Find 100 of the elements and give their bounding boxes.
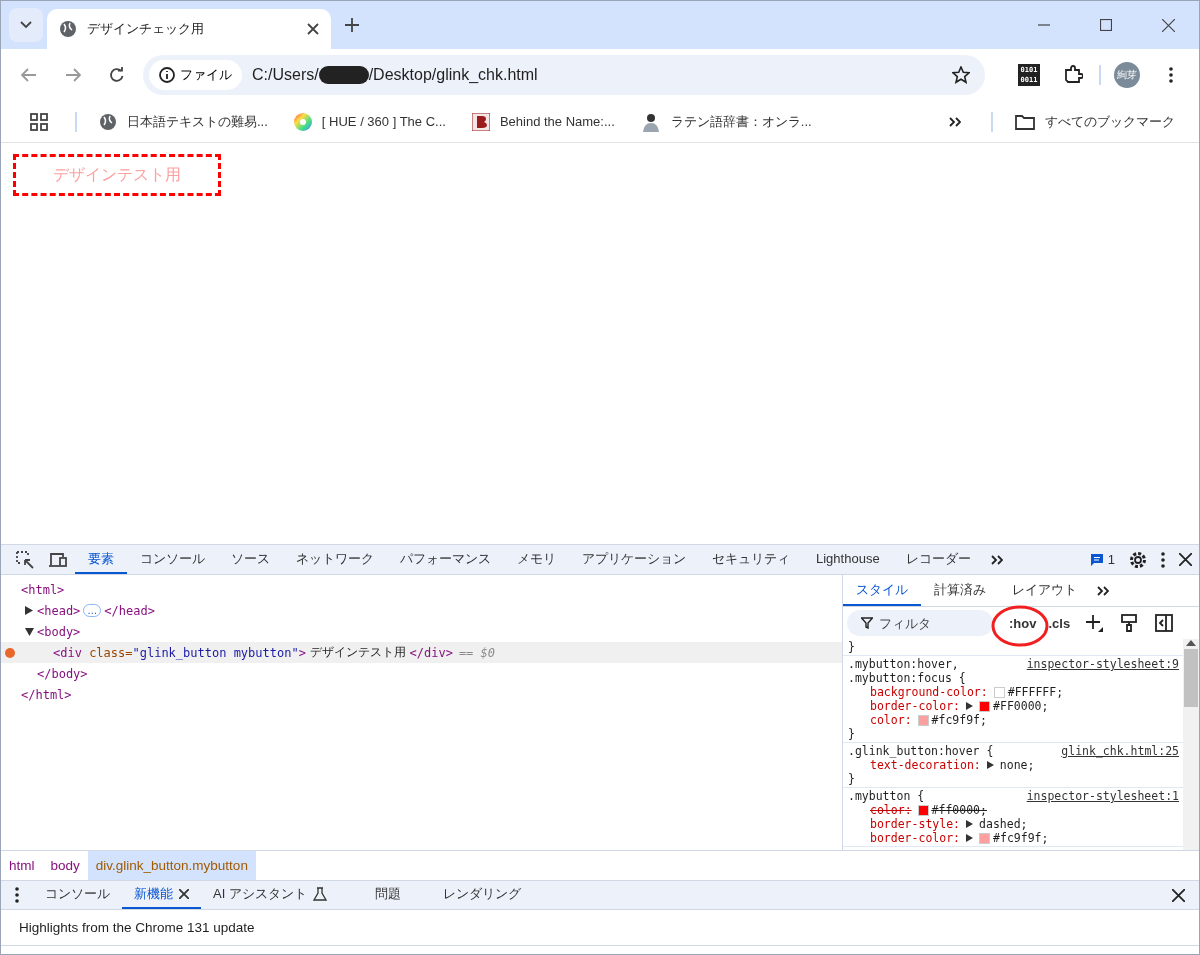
code-text: デザインテスト用 (308, 644, 407, 661)
code-text: "glink_button mybutton" (132, 645, 299, 660)
plus-icon (1085, 614, 1104, 632)
double-chevron-icon (1097, 585, 1109, 596)
ellipsis-button[interactable]: … (83, 604, 102, 617)
devtools-tab[interactable]: Lighthouse (803, 545, 893, 574)
code-text: class= (89, 645, 133, 660)
filter-field[interactable]: フィルタ (847, 610, 993, 636)
tab-search-button[interactable] (9, 8, 43, 42)
address-bar[interactable]: ファイル C:/Users/ /Desktop/glink_chk.html (143, 55, 985, 95)
color-swatch[interactable] (917, 804, 929, 816)
annotation-circle (990, 603, 1050, 648)
expand-triangle-icon[interactable] (25, 606, 33, 615)
class-button[interactable]: .cls (1044, 615, 1075, 631)
dom-node-row[interactable]: <div class="glink_button mybutton"> デザインテスト用 </div> == $0 (1, 642, 842, 663)
logo-icon (471, 112, 490, 131)
devtools-tab[interactable]: セキュリティ (699, 545, 803, 574)
double-chevron-icon (949, 116, 961, 127)
tab-label: コンソール (45, 885, 110, 903)
devtools-tab[interactable]: コンソール (127, 545, 218, 574)
scroll-up-icon[interactable] (1186, 639, 1196, 647)
scrollbar-thumb[interactable] (1184, 649, 1198, 707)
styles-tab[interactable]: スタイル (843, 575, 921, 606)
tab-label: 新機能 (134, 885, 173, 903)
drawer-tab[interactable]: レンダリング (430, 881, 533, 909)
code-text: </body> (37, 666, 88, 681)
issues-button[interactable]: 1 (1082, 545, 1122, 574)
code-text: } (848, 640, 855, 654)
css-value: dashed; (979, 817, 1028, 831)
dom-node-row[interactable]: <head> … </head> (1, 600, 842, 621)
css-value: #fc9f9f; (931, 713, 987, 727)
styles-tab[interactable]: レイアウト (999, 575, 1090, 606)
css-selector: .mybutton:hover, (848, 657, 960, 671)
dom-node-row[interactable]: </body> (1, 663, 842, 684)
close-icon (1172, 888, 1185, 902)
chevron-down-icon (20, 21, 32, 29)
css-property: color (870, 713, 905, 727)
devtools-tab[interactable]: レコーダー (892, 545, 984, 574)
source-link[interactable]: glink_chk.html:25 (1061, 744, 1179, 758)
devtools-tab[interactable]: アプリケーション (569, 545, 699, 574)
breadcrumb[interactable]: div.glink_button.mybutton (87, 851, 256, 880)
bookmark-item[interactable]: ラテン語辞書：オンラ... (636, 111, 816, 132)
filter-icon (861, 617, 873, 629)
all-bookmarks-button[interactable]: すべてのブックマーク (1011, 112, 1179, 131)
expand-triangle-icon[interactable] (986, 761, 994, 769)
code-text: <body> (37, 624, 81, 639)
css-value: #ff0000; (931, 803, 987, 817)
code-text: <html> (21, 582, 65, 597)
devtools-tab[interactable]: ソース (218, 545, 283, 574)
bookmark-item[interactable]: 日本語テキストの難易... (95, 112, 272, 131)
css-selector: .mybutton:focus { (848, 671, 966, 685)
browser-tab[interactable]: デザインチェック用 (47, 9, 331, 49)
menu-icon (1169, 67, 1173, 83)
css-property: border-color (870, 831, 954, 845)
devtools-tab[interactable]: パフォーマンス (387, 545, 504, 574)
code-text: : (980, 685, 988, 699)
source-link[interactable]: inspector-stylesheet:1 (1026, 789, 1179, 803)
color-swatch[interactable] (979, 832, 991, 844)
devtools-tab[interactable]: ネットワーク (283, 545, 387, 574)
code-text: : (973, 758, 981, 772)
menu-icon (15, 887, 19, 903)
url-text: C:/Users/ (252, 66, 319, 84)
url-text: /Desktop/glink_chk.html (368, 66, 538, 84)
globe-icon (59, 20, 77, 38)
drawer-tab[interactable]: 問題 (362, 881, 413, 909)
devtools-tab[interactable]: メモリ (504, 545, 569, 574)
sidebar-icon (1155, 614, 1174, 632)
source-link[interactable]: inspector-stylesheet:9 (1026, 657, 1179, 671)
settings-icon (1129, 550, 1147, 569)
color-swatch[interactable] (917, 714, 929, 726)
globe-icon (99, 112, 117, 131)
dom-node-row[interactable]: </html> (1, 684, 842, 705)
dom-node-row[interactable]: <body> (1, 621, 842, 642)
avatar-icon (640, 111, 661, 132)
drawer-tab[interactable]: コンソール (33, 881, 122, 909)
styles-tab[interactable]: 計算済み (921, 575, 999, 606)
css-selector: .mybutton { (848, 789, 925, 803)
breakpoint-dot-icon (5, 647, 15, 658)
star-icon (952, 66, 970, 84)
grid-icon (30, 112, 48, 131)
close-icon (1161, 18, 1175, 32)
css-value: #FF0000; (993, 699, 1049, 713)
minimize-icon (1038, 24, 1050, 26)
dom-node-row[interactable]: <html> (1, 579, 842, 600)
site-info-button[interactable]: ファイル (149, 60, 242, 90)
drawer-tab[interactable]: 新機能 (122, 881, 201, 909)
collapse-triangle-icon[interactable] (25, 627, 34, 636)
bookmark-item[interactable]: [ HUE / 360 ] The C... (289, 112, 450, 131)
css-property: border-color (870, 699, 954, 713)
devtools-tab[interactable]: 要素 (75, 545, 127, 574)
css-value: #FFFFFF; (1007, 685, 1064, 699)
bookmark-item[interactable]: Behind the Name:... (467, 112, 619, 131)
color-swatch[interactable] (993, 686, 1005, 698)
drawer-tab[interactable]: AI アシスタント (201, 881, 339, 909)
device-icon (48, 551, 68, 568)
expand-triangle-icon[interactable] (966, 820, 974, 828)
color-swatch[interactable] (979, 700, 991, 712)
breadcrumb[interactable]: body (42, 851, 88, 880)
css-selector: .glink_button:hover { (848, 744, 994, 758)
breadcrumb[interactable]: html (1, 851, 43, 880)
